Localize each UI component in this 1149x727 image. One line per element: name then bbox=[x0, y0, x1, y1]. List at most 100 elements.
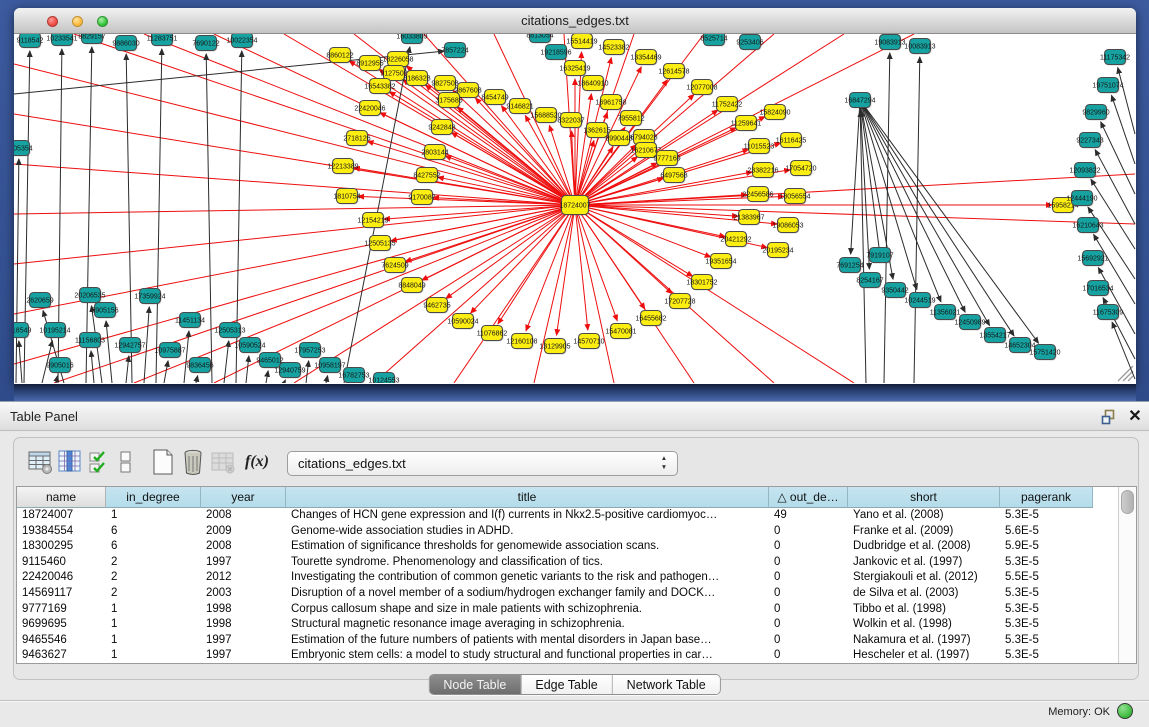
graph-node[interactable]: 14570710 bbox=[573, 334, 604, 350]
tab-edge-table[interactable]: Edge Table bbox=[521, 675, 612, 694]
column-header-year[interactable]: year bbox=[201, 487, 286, 508]
graph-node[interactable]: 17054720 bbox=[785, 161, 816, 177]
close-panel-icon[interactable]: ✕ bbox=[1126, 406, 1144, 428]
graph-node[interactable]: 11076862 bbox=[477, 326, 508, 342]
graph-node[interactable]: 19351654 bbox=[705, 254, 736, 270]
delete-columns-icon[interactable] bbox=[180, 448, 206, 476]
select-all-columns-icon[interactable] bbox=[88, 448, 114, 476]
graph-node[interactable]: 10083913 bbox=[904, 39, 935, 55]
float-panel-icon[interactable] bbox=[1101, 409, 1117, 425]
graph-node[interactable]: 20195234 bbox=[762, 243, 793, 259]
graph-node[interactable]: 16033809 bbox=[396, 34, 427, 45]
graph-node[interactable]: 8905354 bbox=[14, 141, 33, 157]
graph-node[interactable]: 7955812 bbox=[617, 111, 644, 127]
graph-node[interactable]: 10590524 bbox=[234, 338, 265, 354]
table-row[interactable]: 1872400712008Changes of HCN gene express… bbox=[17, 508, 1136, 524]
graph-node[interactable]: 17016534 bbox=[1082, 281, 1113, 297]
table-row[interactable]: 969969511998Structural magnetic resonanc… bbox=[17, 617, 1136, 633]
graph-node[interactable]: 8990448 bbox=[605, 131, 632, 147]
graph-node[interactable]: 8525714 bbox=[700, 34, 727, 47]
graph-node[interactable]: 15514419 bbox=[566, 34, 597, 50]
graph-node[interactable]: 17207728 bbox=[664, 294, 695, 310]
graph-node[interactable]: 8860122 bbox=[326, 48, 353, 64]
tab-node-table[interactable]: Node Table bbox=[429, 675, 521, 694]
graph-node[interactable]: 16325419 bbox=[559, 61, 590, 77]
graph-node[interactable]: 1810754 bbox=[333, 189, 360, 205]
graph-node[interactable]: 10195214 bbox=[39, 323, 70, 339]
column-header-title[interactable]: title bbox=[286, 487, 769, 508]
graph-node[interactable]: 17359924 bbox=[134, 289, 165, 305]
graph-node[interactable]: 9462735 bbox=[423, 298, 450, 314]
graph-node[interactable]: 8322037 bbox=[557, 113, 584, 129]
graph-node[interactable]: 12154219 bbox=[357, 213, 388, 229]
graph-node[interactable]: 9905016 bbox=[46, 358, 73, 374]
graph-node[interactable]: 10124553 bbox=[368, 373, 399, 384]
graph-node[interactable]: 11283751 bbox=[147, 34, 178, 47]
graph-node[interactable]: 19086053 bbox=[772, 218, 803, 234]
network-window-titlebar[interactable]: citations_edges.txt bbox=[14, 8, 1136, 34]
graph-node[interactable]: 18640910 bbox=[577, 76, 608, 92]
graph-node[interactable]: 12614578 bbox=[658, 64, 689, 80]
graph-node[interactable]: 16847294 bbox=[844, 93, 875, 109]
graph-node[interactable]: 10958197 bbox=[314, 358, 345, 374]
graph-node[interactable]: 7624509 bbox=[381, 258, 408, 274]
graph-node[interactable]: 11015523 bbox=[744, 139, 775, 155]
graph-node[interactable]: 12942757 bbox=[114, 338, 145, 354]
tab-network-table[interactable]: Network Table bbox=[613, 675, 720, 694]
graph-node[interactable]: 21383967 bbox=[733, 210, 764, 226]
table-row[interactable]: 1938455462009Genome-wide association stu… bbox=[17, 524, 1136, 540]
column-header-pagerank[interactable]: pagerank bbox=[1000, 487, 1093, 508]
graph-node[interactable]: 16116425 bbox=[776, 133, 807, 149]
graph-node[interactable]: 15470081 bbox=[605, 324, 636, 340]
scrollbar-thumb[interactable] bbox=[1121, 490, 1134, 514]
graph-node[interactable]: 8912955 bbox=[356, 56, 383, 72]
graph-node[interactable]: 9118549 bbox=[14, 323, 31, 339]
graph-node[interactable]: 19751074 bbox=[1092, 78, 1123, 94]
graph-node[interactable]: 12213389 bbox=[327, 159, 358, 175]
graph-node[interactable]: 7857224 bbox=[441, 43, 468, 59]
graph-node[interactable]: 18301752 bbox=[686, 275, 717, 291]
graph-node[interactable]: 11752422 bbox=[712, 97, 743, 113]
graph-node[interactable]: 2803144 bbox=[421, 145, 448, 161]
table-row[interactable]: 946362711997Embryonic stem cells: a mode… bbox=[17, 648, 1136, 664]
table-mode-icon[interactable] bbox=[28, 448, 54, 476]
graph-node[interactable]: 8254167 bbox=[856, 273, 883, 289]
graph-node[interactable]: 17957253 bbox=[294, 343, 325, 359]
graph-node[interactable]: 13554217 bbox=[979, 328, 1010, 344]
graph-node[interactable]: 12505313 bbox=[214, 323, 245, 339]
table-row[interactable]: 1456911722003Disruption of a novel membe… bbox=[17, 586, 1136, 602]
panel-divider[interactable] bbox=[14, 384, 1136, 401]
graph-node[interactable]: 7691254 bbox=[836, 258, 863, 274]
function-builder-icon[interactable]: f(x) bbox=[244, 448, 270, 476]
graph-node[interactable]: 12505135 bbox=[364, 236, 395, 252]
graph-node[interactable]: 9777169 bbox=[653, 151, 680, 167]
graph-node[interactable]: 10975887 bbox=[154, 343, 185, 359]
graph-node[interactable]: 15824090 bbox=[759, 105, 790, 121]
graph-node[interactable]: 8186328 bbox=[403, 71, 430, 87]
graph-node[interactable]: 8848049 bbox=[398, 278, 425, 294]
memory-status-indicator[interactable] bbox=[1117, 703, 1133, 719]
vertical-scrollbar[interactable] bbox=[1118, 487, 1136, 663]
network-canvas[interactable]: 1872400788601228912955182260589127508165… bbox=[14, 34, 1136, 383]
table-selector-dropdown[interactable]: citations_edges.txt ▲▼ bbox=[287, 451, 678, 476]
graph-node[interactable]: 8454749 bbox=[481, 90, 508, 106]
graph-node[interactable]: 12093822 bbox=[1069, 163, 1100, 179]
graph-node[interactable]: 12160108 bbox=[506, 334, 537, 350]
graph-node[interactable]: 8427552 bbox=[413, 168, 440, 184]
table-row[interactable]: 911546021997Tourette syndrome. Phenomeno… bbox=[17, 555, 1136, 571]
graph-node[interactable]: 16210643 bbox=[1072, 218, 1103, 234]
graph-node[interactable]: 22456586 bbox=[742, 187, 773, 203]
graph-node[interactable]: 3175685 bbox=[435, 93, 462, 109]
column-header-in_degree[interactable]: in_degree bbox=[106, 487, 201, 508]
graph-node[interactable]: 2718126 bbox=[343, 131, 370, 147]
graph-node[interactable]: 9227343 bbox=[1076, 133, 1103, 149]
graph-node[interactable]: 10233541 bbox=[46, 34, 77, 47]
unselect-all-columns-icon[interactable] bbox=[118, 448, 134, 476]
graph-node[interactable]: 10244519 bbox=[904, 293, 935, 309]
graph-node[interactable]: 8829157 bbox=[78, 34, 105, 45]
create-column-icon[interactable] bbox=[150, 448, 176, 476]
graph-node[interactable]: 7690122 bbox=[192, 36, 219, 52]
graph-node[interactable]: 11175342 bbox=[1100, 50, 1130, 66]
graph-node[interactable]: 16455682 bbox=[635, 311, 666, 327]
table-row[interactable]: 1830029562008Estimation of significance … bbox=[17, 539, 1136, 555]
